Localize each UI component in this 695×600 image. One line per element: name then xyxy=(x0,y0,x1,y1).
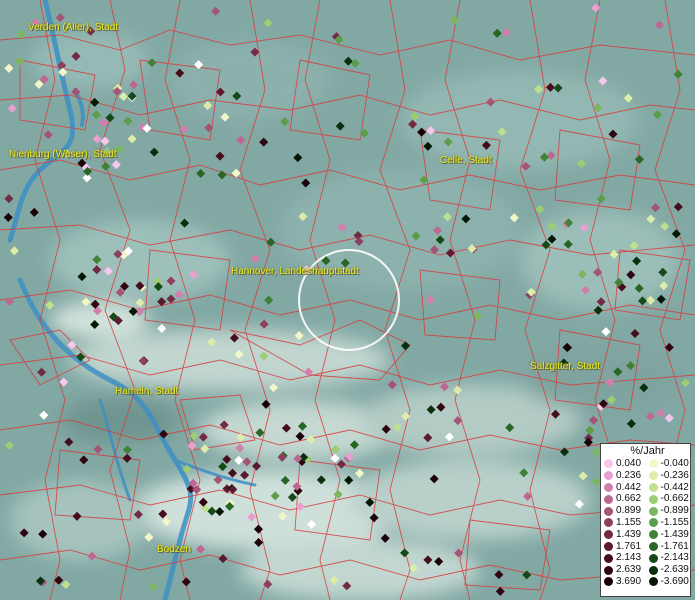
legend-swatch xyxy=(648,518,658,528)
legend-entry-positive: 0.236 xyxy=(601,470,646,482)
legend-label: 0.040 xyxy=(616,458,642,469)
legend-entry-negative: -2.639 xyxy=(646,564,691,576)
legend-row: 0.040 -0.040 xyxy=(601,458,690,470)
legend-label: -0.662 xyxy=(660,493,689,505)
legend-swatch xyxy=(648,565,658,575)
legend-label: -0.899 xyxy=(660,505,689,517)
place-label-hannover: Hannover, Landeshauptstadt xyxy=(231,266,359,277)
legend: %/Jahr 0.040 -0.040 0.236 -0.236 0.442 -0.442… xyxy=(600,443,691,597)
legend-label: -1.439 xyxy=(660,528,689,540)
legend-entry-negative: -0.040 xyxy=(646,458,691,470)
legend-label: 1.439 xyxy=(616,528,642,540)
legend-label: -0.040 xyxy=(660,458,689,469)
legend-entry-positive: 0.040 xyxy=(601,458,646,470)
legend-entry-negative: -0.442 xyxy=(646,482,691,494)
legend-entry-positive: 3.690 xyxy=(601,576,646,588)
legend-rows: 0.040 -0.040 0.236 -0.236 0.442 -0.442 0.662 -0… xyxy=(601,458,690,588)
legend-label: -0.236 xyxy=(660,469,689,481)
legend-swatch xyxy=(648,530,658,540)
legend-entry-positive: 0.662 xyxy=(601,493,646,505)
legend-swatch xyxy=(648,459,658,469)
legend-swatch xyxy=(604,577,613,587)
legend-swatch xyxy=(648,553,658,563)
place-label-celle: Celle, Stadt xyxy=(440,155,492,166)
legend-swatch xyxy=(648,541,658,551)
legend-entry-negative: -2.143 xyxy=(646,552,691,564)
legend-row: 2.143 -2.143 xyxy=(601,552,690,564)
legend-swatch xyxy=(604,518,613,528)
legend-label: -1.761 xyxy=(660,540,689,552)
legend-swatch xyxy=(604,494,613,504)
legend-label: -0.442 xyxy=(660,481,689,493)
map-view[interactable]: Verden (Aller), Stadt Nienburg (Weser), … xyxy=(0,0,695,600)
legend-swatch xyxy=(604,565,613,575)
legend-entry-positive: 1.761 xyxy=(601,541,646,553)
legend-entry-positive: 0.899 xyxy=(601,505,646,517)
legend-label: 0.899 xyxy=(616,505,642,517)
legend-entry-positive: 2.639 xyxy=(601,564,646,576)
legend-entry-positive: 1.439 xyxy=(601,529,646,541)
legend-swatch xyxy=(648,494,658,504)
legend-label: 2.143 xyxy=(616,552,642,564)
place-label-hameln: Hameln, Stadt xyxy=(115,386,179,397)
legend-label: -3.690 xyxy=(660,575,689,587)
legend-entry-positive: 2.143 xyxy=(601,552,646,564)
legend-swatch xyxy=(604,471,613,481)
legend-entry-negative: -0.236 xyxy=(646,470,691,482)
legend-label: 3.690 xyxy=(616,575,642,587)
legend-label: -2.639 xyxy=(660,564,689,576)
legend-entry-negative: -1.155 xyxy=(646,517,691,529)
legend-swatch xyxy=(604,482,613,492)
legend-swatch xyxy=(648,577,658,587)
place-label-verden: Verden (Aller), Stadt xyxy=(28,22,119,33)
legend-row: 1.439 -1.439 xyxy=(601,529,690,541)
legend-entry-positive: 1.155 xyxy=(601,517,646,529)
legend-row: 0.899 -0.899 xyxy=(601,505,690,517)
legend-swatch xyxy=(604,541,613,551)
legend-label: 1.155 xyxy=(616,516,642,528)
legend-label: 0.442 xyxy=(616,481,642,493)
legend-label: 0.236 xyxy=(616,469,642,481)
legend-label: 1.761 xyxy=(616,540,642,552)
legend-entry-negative: -0.662 xyxy=(646,493,691,505)
terrain-layer xyxy=(0,0,695,600)
legend-swatch xyxy=(604,459,613,469)
legend-label: -2.143 xyxy=(660,552,689,564)
legend-swatch xyxy=(604,506,613,516)
legend-row: 1.761 -1.761 xyxy=(601,541,690,553)
legend-swatch xyxy=(604,530,613,540)
legend-row: 1.155 -1.155 xyxy=(601,517,690,529)
legend-swatch xyxy=(648,471,658,481)
legend-swatch xyxy=(648,506,658,516)
legend-label: 2.639 xyxy=(616,564,642,576)
legend-entry-positive: 0.442 xyxy=(601,482,646,494)
legend-swatch xyxy=(648,482,658,492)
legend-row: 0.442 -0.442 xyxy=(601,482,690,494)
legend-title: %/Jahr xyxy=(630,445,665,457)
legend-row: 2.639 -2.639 xyxy=(601,564,690,576)
legend-entry-negative: -1.439 xyxy=(646,529,691,541)
legend-label: 0.662 xyxy=(616,493,642,505)
legend-row: 0.662 -0.662 xyxy=(601,493,690,505)
legend-row: 0.236 -0.236 xyxy=(601,470,690,482)
legend-label: -1.155 xyxy=(660,516,689,528)
legend-entry-negative: -3.690 xyxy=(646,576,691,588)
legend-swatch xyxy=(604,553,613,563)
place-label-salzgitter: Salzgitter, Stadt xyxy=(530,361,601,372)
place-label-nienburg: Nienburg (Weser), Stadt xyxy=(9,149,117,160)
legend-entry-negative: -1.761 xyxy=(646,541,691,553)
legend-entry-negative: -0.899 xyxy=(646,505,691,517)
legend-row: 3.690 -3.690 xyxy=(601,576,690,588)
place-label-bodzen: Bodzen xyxy=(157,544,191,555)
